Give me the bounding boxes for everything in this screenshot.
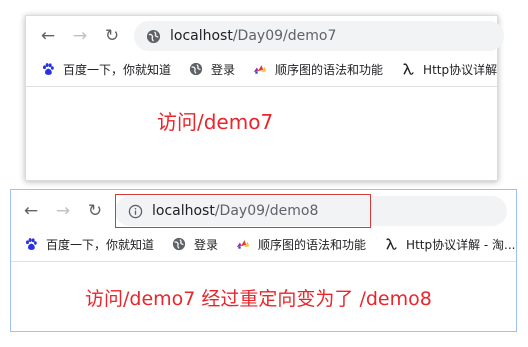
page-heading: 访问/demo7 bbox=[157, 110, 274, 134]
arrow-right-icon: → bbox=[55, 200, 71, 221]
globe-icon bbox=[189, 62, 203, 76]
bookmark-label: 顺序图的语法和功能 bbox=[275, 62, 384, 77]
back-button[interactable]: ← bbox=[37, 25, 59, 47]
forward-button[interactable]: → bbox=[69, 25, 91, 47]
bookmark-label: 百度一下，你就知道 bbox=[46, 237, 155, 252]
reload-button[interactable]: ↻ bbox=[101, 25, 123, 47]
arrow-left-icon: ← bbox=[23, 200, 39, 221]
bookmark-label: Http协议详解 bbox=[423, 62, 497, 77]
globe-icon bbox=[145, 28, 161, 44]
browser-window-demo7: ← → ↻ localhost/Day09/demo7 百度一下，你就知道 登录 顺… bbox=[25, 15, 504, 181]
arrow-left-icon: ← bbox=[40, 25, 56, 46]
address-bar[interactable]: localhost/Day09/demo7 bbox=[134, 21, 504, 51]
bookmark-label: 登录 bbox=[194, 237, 219, 252]
bookmark-item[interactable]: 百度一下，你就知道 bbox=[41, 61, 171, 78]
bookmark-item[interactable]: 顺序图的语法和功能 bbox=[253, 61, 383, 78]
lambda-icon bbox=[384, 237, 398, 251]
bookmark-label: 百度一下，你就知道 bbox=[63, 62, 172, 77]
baidu-paw-icon bbox=[41, 62, 55, 76]
bookmark-label: 登录 bbox=[211, 62, 236, 77]
bookmark-item[interactable]: Http协议详解 - 淘... bbox=[384, 236, 516, 253]
baidu-paw-icon bbox=[24, 237, 38, 251]
plantuml-icon bbox=[236, 237, 250, 251]
toolbar-divider bbox=[26, 86, 497, 87]
toolbar-divider bbox=[11, 261, 516, 262]
reload-icon: ↻ bbox=[87, 200, 103, 221]
lambda-icon bbox=[401, 62, 415, 76]
arrow-right-icon: → bbox=[72, 25, 88, 46]
url-path: /Day09/demo7 bbox=[232, 28, 337, 44]
plantuml-icon bbox=[253, 62, 267, 76]
url-highlight-box bbox=[115, 194, 371, 228]
reload-button[interactable]: ↻ bbox=[84, 200, 106, 222]
bookmark-item[interactable]: Http协议详解 bbox=[401, 61, 497, 78]
bookmark-item[interactable]: 登录 bbox=[172, 236, 218, 253]
bookmarks-bar: 百度一下，你就知道 登录 顺序图的语法和功能 Http协议详解 - 淘... bbox=[11, 232, 516, 256]
reload-icon: ↻ bbox=[104, 25, 120, 46]
page-heading: 访问/demo7 经过重定向变为了 /demo8 bbox=[85, 288, 432, 310]
forward-button[interactable]: → bbox=[52, 200, 74, 222]
browser-window-demo8: ← → ↻ localhost/Day09/demo8 百度一下，你就知道 登录顺… bbox=[10, 189, 517, 332]
bookmark-item[interactable]: 百度一下，你就知道 bbox=[24, 236, 154, 253]
globe-icon bbox=[172, 237, 186, 251]
url-host: localhost bbox=[170, 28, 233, 44]
bookmark-label: Http协议详解 - 淘... bbox=[406, 237, 516, 252]
back-button[interactable]: ← bbox=[20, 200, 42, 222]
bookmark-label: 顺序图的语法和功能 bbox=[258, 237, 367, 252]
bookmarks-bar: 百度一下，你就知道 登录 顺序图的语法和功能 Http协议详解 bbox=[26, 57, 497, 81]
bookmark-item[interactable]: 登录 bbox=[189, 61, 235, 78]
bookmark-item[interactable]: 顺序图的语法和功能 bbox=[236, 236, 366, 253]
